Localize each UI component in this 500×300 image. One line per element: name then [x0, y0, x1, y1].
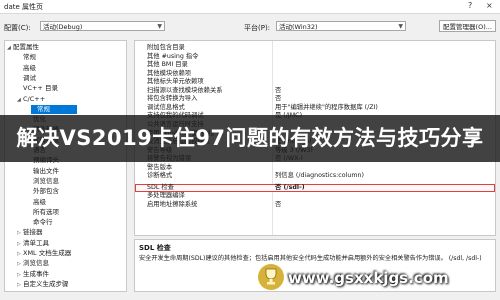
property-name: 其他标头单元依赖项: [147, 78, 204, 86]
property-row[interactable]: SDL 检查 否 (/sdl-): [135, 183, 495, 192]
property-tree: ◢配置属性常规高级调试VC++ 目录◢C/C++常规优化预处理器代码生成语言预编…: [4, 40, 127, 292]
description-title: SDL 检查: [139, 244, 171, 252]
tree-item-label: 配置属性: [13, 43, 39, 51]
watermark: www.gsxxkjgs.com: [258, 264, 498, 296]
close-button[interactable]: ×: [486, 1, 493, 10]
platform-value: 活动(Win32): [279, 23, 318, 31]
property-value[interactable]: 否: [275, 201, 281, 209]
tree-item[interactable]: ▷ 清单工具: [17, 239, 49, 248]
tree-item-label: 链接器: [23, 228, 43, 237]
watermark-text: www.gsxxkjgs.com: [288, 269, 449, 287]
property-name: 警告版本: [147, 163, 173, 171]
property-value[interactable]: 用于"编辑并继续"的程序数据库 (/ZI): [275, 104, 378, 112]
property-row[interactable]: 其他 #using 指令: [135, 53, 495, 61]
tree-item-label: 所有选项: [33, 207, 59, 216]
property-name: 其他 #using 指令: [147, 52, 199, 60]
tree-item[interactable]: ▷ 链接器: [17, 228, 43, 237]
tree-item[interactable]: ◢ 配置属性: [7, 43, 39, 52]
banner-text: 解决VS2019卡住97问题的有效方法与技巧分享: [16, 126, 484, 150]
property-name: 调试信息格式: [147, 103, 185, 111]
config-select[interactable]: 活动(Debug) ▼: [40, 21, 165, 31]
tree-item[interactable]: 调试: [17, 74, 36, 83]
tree-item-label: 调试: [23, 73, 36, 82]
property-row[interactable]: 将包含转换为导入 否: [135, 95, 495, 103]
platform-label: 平台(P):: [244, 24, 271, 32]
tree-item-label: 浏览信息: [23, 259, 49, 268]
property-row[interactable]: 诊断格式 列信息 (/diagnostics:column): [135, 172, 495, 180]
tree-item[interactable]: 常规: [17, 53, 36, 62]
tree-item-label: 生成事件: [23, 269, 49, 278]
tree-item[interactable]: 命令行: [27, 218, 53, 227]
tree-item[interactable]: 常规: [31, 104, 77, 114]
property-name: 附加包含目录: [147, 44, 185, 51]
property-name: 诊断格式: [147, 172, 173, 180]
tree-item-label: 高级: [23, 63, 36, 72]
chevron-down-icon: ▼: [157, 23, 162, 30]
property-row[interactable]: 其他模块依赖项: [135, 70, 495, 78]
property-name: SDL 检查: [147, 183, 174, 191]
property-value[interactable]: 否: [275, 95, 281, 103]
title-bar: date 属性页 ? ×: [0, 0, 500, 14]
window-title: date 属性页: [4, 3, 44, 11]
tree-item-label: C/C++: [23, 94, 46, 103]
tree-item[interactable]: 输出文件: [27, 167, 59, 176]
config-manager-button[interactable]: 配置管理器(O)...: [439, 20, 496, 32]
tree-item-label: 输出文件: [33, 166, 59, 175]
tree-item[interactable]: 所有选项: [27, 208, 59, 217]
property-row[interactable]: 多处理器编译: [135, 192, 495, 200]
tree-item[interactable]: 高级: [27, 198, 46, 207]
property-row[interactable]: 附加包含目录: [135, 44, 495, 52]
chevron-down-icon: ▼: [398, 23, 403, 30]
property-row[interactable]: 启用地址擦除系统 否: [135, 201, 495, 209]
property-value[interactable]: 否 (/sdl-): [275, 184, 305, 192]
tree-item-label: 常规: [37, 104, 50, 113]
overlay-banner: 解决VS2019卡住97问题的有效方法与技巧分享: [0, 115, 500, 162]
tree-item-label: 常规: [23, 53, 36, 62]
tree-item[interactable]: 浏览信息: [27, 177, 59, 186]
property-value[interactable]: 列信息 (/diagnostics:column): [275, 172, 364, 180]
config-label: 配置(C):: [4, 24, 31, 32]
trophy-icon: [258, 264, 284, 290]
property-row[interactable]: 其他 BMI 目录: [135, 61, 495, 69]
property-name: 启用地址擦除系统: [147, 200, 198, 208]
property-name: 扫描源以查找模块依赖关系: [147, 86, 223, 94]
property-value[interactable]: 否: [275, 87, 281, 95]
property-row[interactable]: 其他标头单元依赖项: [135, 78, 495, 86]
tree-item[interactable]: 外部包含: [27, 187, 59, 196]
tree-item[interactable]: ▷ 浏览信息: [17, 259, 49, 268]
tree-item[interactable]: ◢ C/C++: [17, 95, 45, 104]
property-name: 其他 BMI 目录: [147, 61, 188, 69]
property-row[interactable]: 调试信息格式 用于"编辑并继续"的程序数据库 (/ZI): [135, 104, 495, 112]
tree-item[interactable]: ▷ 自定义生成步骤: [17, 280, 69, 289]
property-row[interactable]: 警告版本: [135, 164, 495, 172]
tree-item-label: 浏览信息: [33, 176, 59, 185]
tree-item[interactable]: VC++ 目录: [17, 84, 58, 93]
tree-item-label: VC++ 目录: [23, 84, 58, 93]
config-toolbar: 配置(C): 活动(Debug) ▼ 平台(P): 活动(Win32) ▼ 配置…: [0, 18, 500, 34]
property-name: 多处理器编译: [147, 192, 185, 200]
tree-item-label: 命令行: [33, 218, 53, 227]
tree-item-label: 自定义生成步骤: [23, 279, 69, 288]
help-button[interactable]: ?: [468, 1, 472, 10]
tree-item-label: 高级: [33, 197, 46, 206]
tree-item-label: 外部包含: [33, 187, 59, 196]
tree-item[interactable]: ▷ XML 文档生成器: [17, 249, 71, 258]
platform-select[interactable]: 活动(Win32) ▼: [276, 21, 406, 31]
description-text: 安全开发生命周期(SDL)建议的其他检查；包括启用其他安全代码生成功能并启用额外…: [139, 255, 482, 262]
property-name: 其他模块依赖项: [147, 69, 192, 77]
tree-item-label: 清单工具: [23, 238, 49, 247]
property-name: 将包含转换为导入: [147, 95, 198, 103]
property-row[interactable]: 扫描源以查找模块依赖关系 否: [135, 87, 495, 95]
config-value: 活动(Debug): [43, 23, 83, 31]
tree-item[interactable]: 高级: [17, 64, 36, 73]
tree-item-label: XML 文档生成器: [23, 249, 72, 257]
tree-item[interactable]: ▷ 生成事件: [17, 270, 49, 279]
